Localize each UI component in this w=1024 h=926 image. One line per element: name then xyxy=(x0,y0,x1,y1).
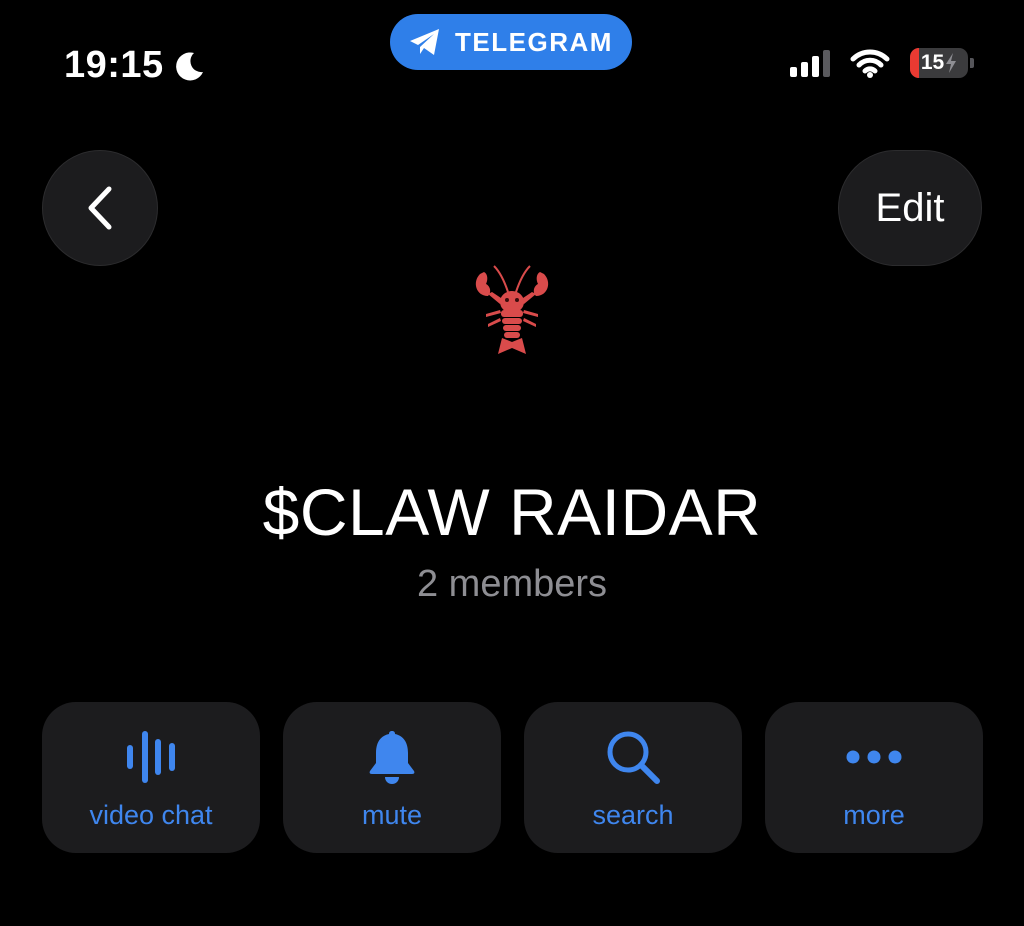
back-button[interactable] xyxy=(42,150,158,266)
status-time: 19:15 xyxy=(64,44,206,87)
battery-cap xyxy=(970,58,974,68)
group-info-screen: 19:15 TELEGRAM 15 Edit $CLAW RAIDAR 2 me… xyxy=(0,0,1024,926)
charging-bolt-icon xyxy=(946,53,957,73)
edit-button[interactable]: Edit xyxy=(838,150,982,266)
mute-button[interactable]: mute xyxy=(283,702,501,853)
telegram-plane-icon xyxy=(410,29,440,55)
more-label: more xyxy=(843,800,905,830)
battery-body: 15 xyxy=(910,48,968,78)
mute-label: mute xyxy=(361,800,423,830)
more-button[interactable]: more xyxy=(765,702,983,853)
chevron-left-icon xyxy=(88,186,112,230)
battery-fill xyxy=(910,48,919,78)
wifi-icon xyxy=(850,49,890,78)
video-chat-button[interactable]: video chat xyxy=(42,702,260,853)
battery-level: 15 xyxy=(920,51,945,74)
bell-icon xyxy=(369,731,415,784)
time-label: 19:15 xyxy=(64,44,164,86)
lobster-icon[interactable] xyxy=(470,262,554,360)
member-count: 2 members xyxy=(416,563,608,605)
video-chat-label: video chat xyxy=(89,800,213,830)
moon-icon xyxy=(175,51,203,80)
cellular-signal-icon xyxy=(790,49,830,77)
search-icon xyxy=(607,731,660,784)
app-pill-label: TELEGRAM xyxy=(455,26,613,57)
return-to-app-pill[interactable]: TELEGRAM xyxy=(390,14,632,70)
status-indicators: 15 xyxy=(790,48,974,78)
group-title: $CLAW RAIDAR xyxy=(262,475,762,549)
search-button[interactable]: search xyxy=(524,702,742,853)
voice-wave-icon xyxy=(127,731,175,783)
battery-icon: 15 xyxy=(910,48,974,78)
more-dots-icon xyxy=(846,750,902,764)
action-row: video chat mute search more xyxy=(42,702,983,853)
search-label: search xyxy=(592,800,674,830)
